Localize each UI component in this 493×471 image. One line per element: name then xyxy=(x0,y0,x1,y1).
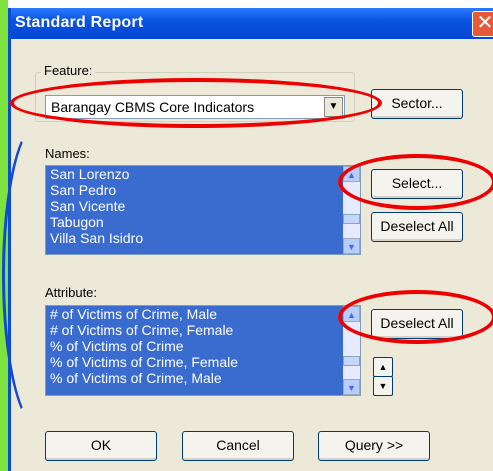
list-item[interactable]: Tabugon xyxy=(46,214,360,230)
standard-report-dialog: Standard Report ✕ Feature: Barangay CBMS… xyxy=(8,8,493,471)
cancel-button[interactable]: Cancel xyxy=(182,431,294,461)
list-item[interactable]: # of Victims of Crime, Male xyxy=(46,306,360,322)
annotation-blue-arc xyxy=(2,122,75,428)
list-item[interactable]: Villa San Isidro xyxy=(46,230,360,246)
chevron-down-icon[interactable]: ▼ xyxy=(324,97,343,117)
attribute-listbox[interactable]: # of Victims of Crime, Male # of Victims… xyxy=(45,305,361,396)
move-up-icon[interactable]: ▲ xyxy=(373,357,393,377)
query-button[interactable]: Query >> xyxy=(318,431,430,461)
attribute-deselect-all-button[interactable]: Deselect All xyxy=(371,309,463,339)
feature-label: Feature: xyxy=(41,63,96,78)
scroll-down-icon[interactable]: ▼ xyxy=(343,238,360,254)
list-item[interactable]: % of Victims of Crime xyxy=(46,338,360,354)
move-down-icon[interactable]: ▼ xyxy=(373,376,393,396)
names-select-button[interactable]: Select... xyxy=(371,169,463,199)
list-item[interactable]: San Vicente xyxy=(46,198,360,214)
scroll-thumb[interactable] xyxy=(343,356,360,366)
dialog-body: Feature: Barangay CBMS Core Indicators ▼… xyxy=(11,39,493,471)
scroll-thumb[interactable] xyxy=(343,214,360,224)
scroll-down-icon[interactable]: ▼ xyxy=(343,379,360,395)
list-item[interactable]: San Lorenzo xyxy=(46,166,360,182)
title-bar[interactable]: Standard Report ✕ xyxy=(11,8,493,39)
list-item[interactable]: San Pedro xyxy=(46,182,360,198)
sector-button[interactable]: Sector... xyxy=(371,89,463,119)
names-listbox[interactable]: San Lorenzo San Pedro San Vicente Tabugo… xyxy=(45,165,361,255)
list-item[interactable]: % of Victims of Crime, Female xyxy=(46,354,360,370)
scroll-up-icon[interactable]: ▲ xyxy=(343,166,360,182)
list-item[interactable]: # of Victims of Crime, Female xyxy=(46,322,360,338)
close-icon: ✕ xyxy=(476,12,493,34)
dialog-title: Standard Report xyxy=(15,14,144,31)
feature-dropdown-value: Barangay CBMS Core Indicators xyxy=(51,99,255,115)
ok-button[interactable]: OK xyxy=(45,431,157,461)
feature-dropdown[interactable]: Barangay CBMS Core Indicators ▼ xyxy=(45,95,345,119)
list-item[interactable]: % of Victims of Crime, Male xyxy=(46,370,360,386)
names-deselect-all-button[interactable]: Deselect All xyxy=(371,212,463,242)
close-button[interactable]: ✕ xyxy=(472,11,493,37)
names-scrollbar[interactable]: ▲ ▼ xyxy=(343,166,360,254)
attribute-scrollbar[interactable]: ▲ ▼ xyxy=(343,306,360,395)
scroll-up-icon[interactable]: ▲ xyxy=(343,306,360,322)
